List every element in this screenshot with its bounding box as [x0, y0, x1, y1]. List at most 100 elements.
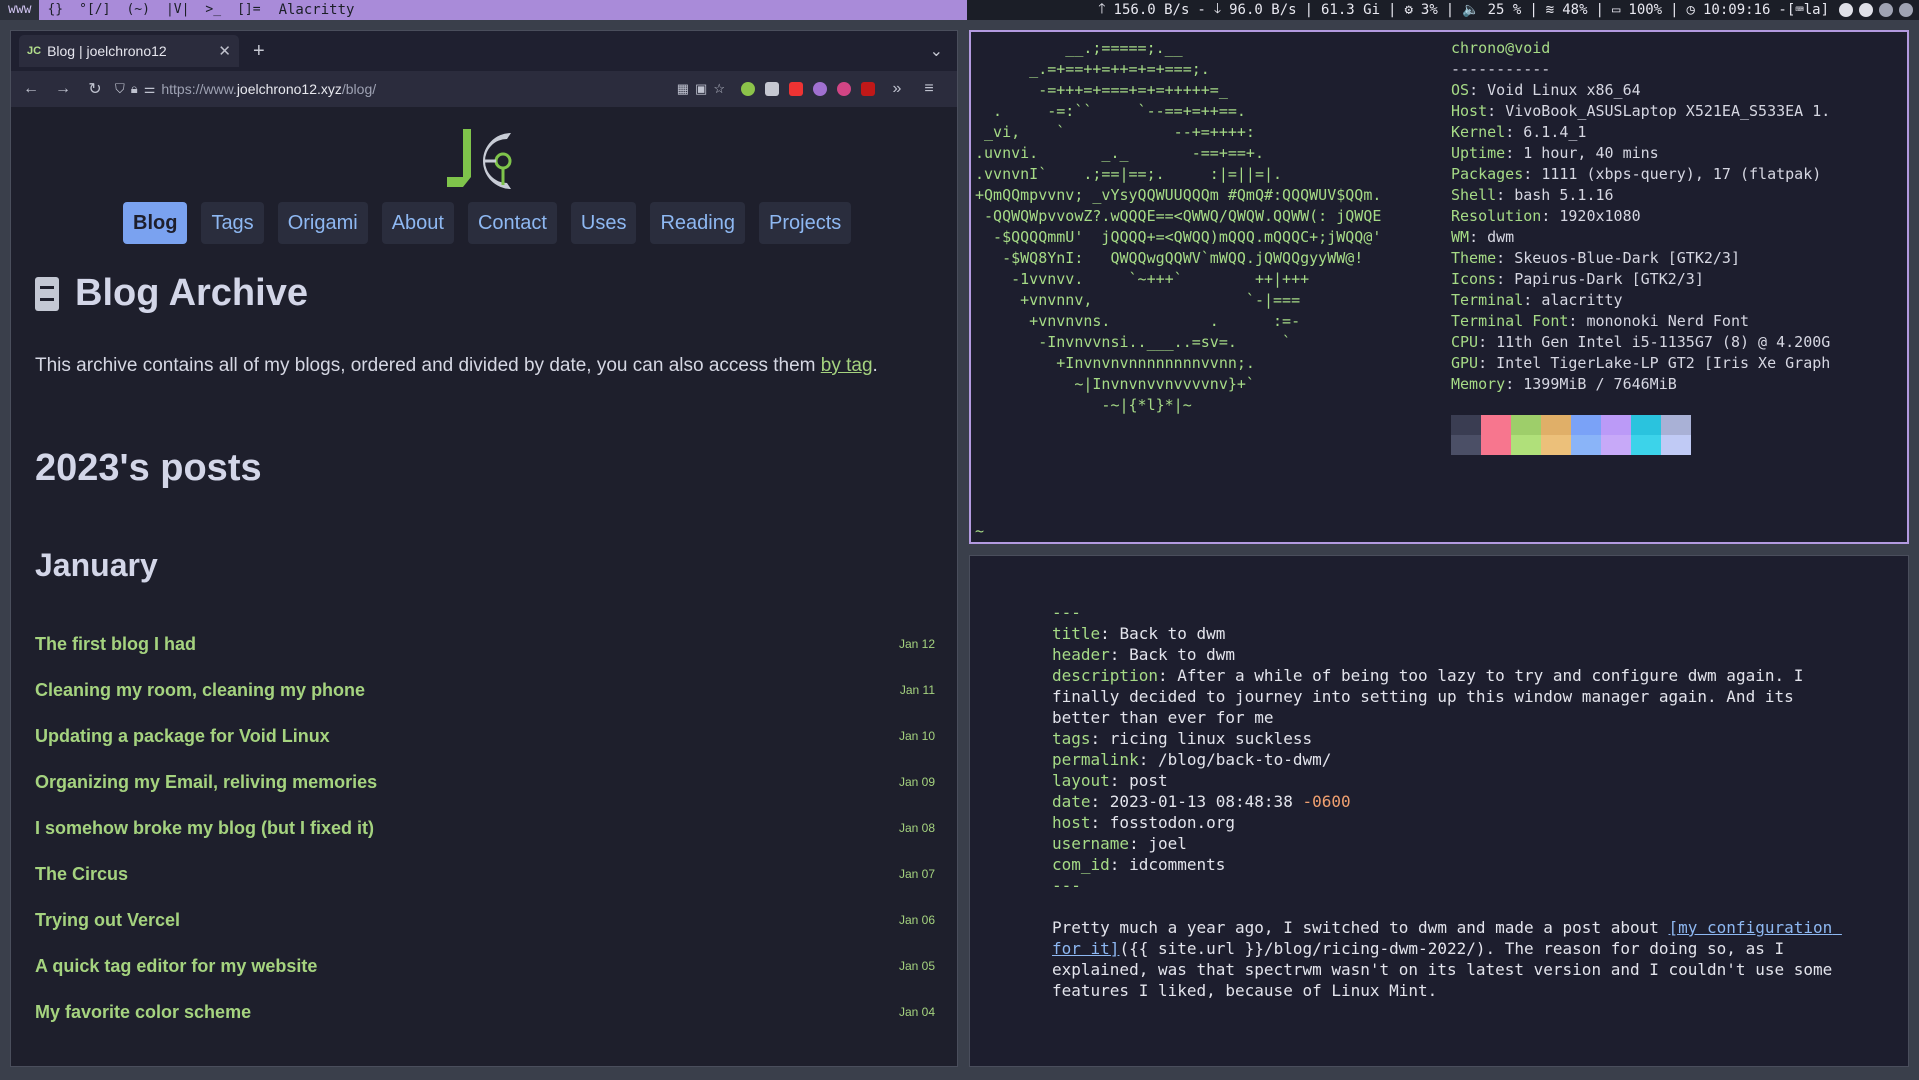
lock-icon[interactable]: 🔒︎	[131, 81, 138, 97]
terminal-editor[interactable]: --- title: Back to dwm header: Back to dw…	[969, 555, 1909, 1067]
frontmatter-value: /blog/back-to-dwm/	[1157, 750, 1332, 769]
tray-network-icon[interactable]	[1879, 3, 1893, 17]
hamburger-menu-icon[interactable]: ≡	[917, 80, 941, 98]
post-link[interactable]: Updating a package for Void Linux	[35, 726, 330, 747]
info-value: Papirus-Dark [GTK2/3]	[1514, 270, 1704, 288]
tag-www[interactable]: www	[0, 0, 40, 20]
frontmatter-delimiter: ---	[1052, 876, 1081, 895]
window-title: Alacritty	[268, 2, 365, 18]
post-date: Jan 04	[898, 1005, 935, 1019]
tag-home[interactable]: (~)	[118, 0, 157, 20]
post-link[interactable]: A quick tag editor for my website	[35, 956, 317, 977]
post-link[interactable]: The first blog I had	[35, 634, 196, 655]
url-bar[interactable]: ⛉ 🔒︎ ⚌ https://www.joelchrono12.xyz/blog…	[115, 75, 677, 103]
tray-app-icon[interactable]	[1859, 3, 1873, 17]
post-link[interactable]: The Circus	[35, 864, 128, 885]
back-icon[interactable]: ←	[19, 80, 43, 98]
tray-accessibility-icon[interactable]	[1839, 3, 1853, 17]
info-line: Resolution: 1920x1080	[1451, 207, 1641, 225]
battery-icon: ▭	[1611, 2, 1621, 18]
info-key: Host	[1451, 102, 1488, 120]
bookmark-star-icon[interactable]: ☆	[713, 81, 725, 97]
post-date: Jan 06	[898, 913, 935, 927]
permissions-icon[interactable]: ⚌	[144, 81, 156, 97]
nav-uses[interactable]: Uses	[570, 202, 637, 244]
post-link[interactable]: Trying out Vercel	[35, 910, 180, 931]
overflow-menu-icon[interactable]: »	[885, 80, 909, 98]
layout-indicator[interactable]: []=	[229, 0, 268, 20]
info-key: Kernel	[1451, 123, 1506, 141]
tag-code[interactable]: {}	[39, 0, 71, 20]
color-swatch	[1541, 415, 1571, 455]
browser-tab[interactable]: JC Blog | joelchrono12 ✕	[19, 35, 239, 67]
nav-about[interactable]: About	[381, 202, 454, 244]
file-cabinet-icon	[35, 276, 59, 311]
post-link[interactable]: I somehow broke my blog (but I fixed it)	[35, 818, 374, 839]
wifi-strength: 48%	[1562, 2, 1588, 18]
qr-code-icon[interactable]: ▦	[677, 81, 689, 97]
nav-projects[interactable]: Projects	[759, 202, 852, 244]
tag-editor[interactable]: |V|	[158, 0, 197, 20]
site-navigation: Blog Tags Origami About Contact Uses Rea…	[123, 202, 865, 244]
tray-volume-icon[interactable]	[1899, 3, 1913, 17]
frontmatter-key: layout	[1052, 771, 1110, 790]
info-value: 1 hour, 40 mins	[1523, 144, 1659, 162]
extension-grid-icon[interactable]	[765, 82, 779, 96]
info-line: WM: dwm	[1451, 228, 1515, 246]
nav-reading[interactable]: Reading	[650, 202, 745, 244]
extension-ublock-icon[interactable]	[861, 82, 875, 96]
distro-ascii-logo: __.;=====;.__ _.=+==++=++=+=+===;. -=+++…	[975, 39, 1382, 414]
forward-icon[interactable]: →	[51, 80, 75, 98]
list-item: Cleaning my room, cleaning my phone Jan 1…	[35, 667, 935, 713]
post-link[interactable]: Organizing my Email, reliving memories	[35, 772, 377, 793]
site-logo[interactable]	[441, 127, 531, 195]
user-host: chrono@void	[1451, 39, 1551, 57]
extension-record-icon[interactable]	[837, 82, 851, 96]
reader-view-icon[interactable]: ▣	[695, 81, 707, 97]
post-date: Jan 11	[899, 683, 935, 697]
nav-contact[interactable]: Contact	[467, 202, 557, 244]
disk-free: 61.3 Gi	[1321, 2, 1381, 18]
post-date: Jan 10	[898, 729, 935, 743]
tab-title: Blog | joelchrono12	[47, 43, 167, 59]
shield-icon[interactable]: ⛉	[115, 81, 125, 97]
info-lines: OS: Void Linux x86_64 Host: VivoBook_ASUS…	[1451, 80, 1830, 395]
reload-icon[interactable]: ↻	[83, 79, 107, 99]
info-key: Terminal Font	[1451, 312, 1569, 330]
list-item: The Circus Jan 07	[35, 851, 935, 897]
post-list: The first blog I had Jan 12 Cleaning my r…	[35, 621, 935, 1035]
nav-origami[interactable]: Origami	[277, 202, 368, 244]
frontmatter-delimiter: ---	[1052, 603, 1081, 622]
frontmatter-value: Back to dwm	[1119, 624, 1226, 643]
info-key: CPU	[1451, 333, 1479, 351]
info-line: Uptime: 1 hour, 40 mins	[1451, 144, 1659, 162]
by-tag-link[interactable]: by tag	[821, 355, 873, 376]
post-link[interactable]: My favorite color scheme	[35, 1002, 251, 1023]
list-item: Organizing my Email, reliving memories Ja…	[35, 759, 935, 805]
editor-buffer[interactable]: --- title: Back to dwm header: Back to dw…	[1052, 602, 1842, 1001]
new-tab-icon[interactable]: +	[253, 40, 265, 63]
info-line: Memory: 1399MiB / 7646MiB	[1451, 375, 1677, 393]
info-key: GPU	[1451, 354, 1479, 372]
extension-youtube-icon[interactable]	[789, 82, 803, 96]
info-key: Resolution	[1451, 207, 1542, 225]
nav-blog[interactable]: Blog	[123, 202, 188, 244]
info-value: alacritty	[1541, 291, 1623, 309]
download-rate: 96.0 B/s	[1229, 2, 1297, 18]
chevron-down-icon[interactable]: ⌄	[930, 41, 943, 61]
shell-prompt: ~	[975, 522, 985, 540]
tag-terminal[interactable]: >_	[197, 0, 229, 20]
nav-tags[interactable]: Tags	[201, 202, 264, 244]
list-item: The first blog I had Jan 12	[35, 621, 935, 667]
post-link[interactable]: Cleaning my room, cleaning my phone	[35, 680, 365, 701]
info-value: VivoBook_ASUSLaptop X521EA_S533EA 1.	[1505, 102, 1831, 120]
battery-level: 100%	[1628, 2, 1663, 18]
tag-files[interactable]: °[/]	[71, 0, 118, 20]
terminal-fetch[interactable]: __.;=====;.__ _.=+==++=++=+=+===;. -=+++…	[969, 30, 1909, 544]
info-line: OS: Void Linux x86_64	[1451, 81, 1641, 99]
extension-dark-icon[interactable]	[813, 82, 827, 96]
extension-icon[interactable]	[741, 82, 755, 96]
info-value: dwm	[1487, 228, 1515, 246]
url-text[interactable]: https://www.joelchrono12.xyz/blog/	[161, 81, 376, 97]
close-icon[interactable]: ✕	[218, 42, 231, 60]
